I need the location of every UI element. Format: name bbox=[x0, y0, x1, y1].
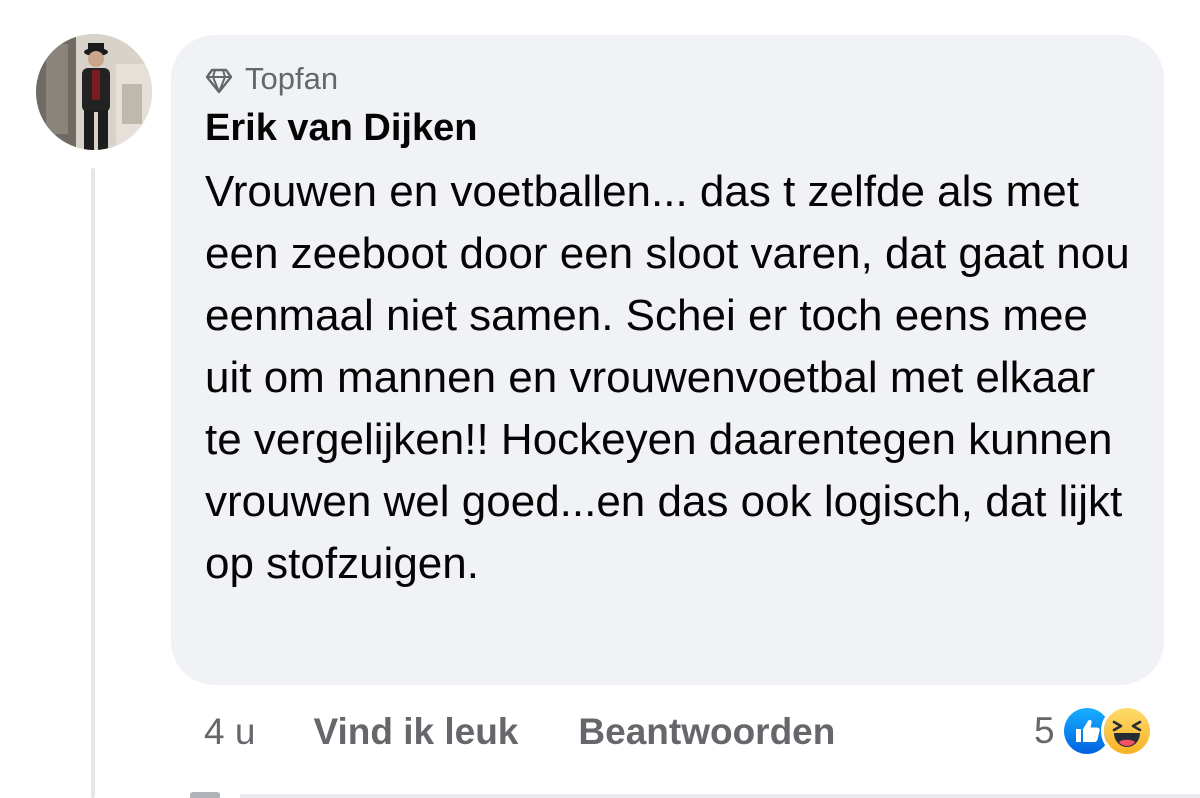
top-fan-badge: Topfan bbox=[205, 59, 1134, 99]
reaction-count: 5 bbox=[1034, 710, 1055, 751]
comment-thread: Topfan Erik van Dijken Vrouwen en voetba… bbox=[0, 0, 1200, 798]
comment-bubble: Topfan Erik van Dijken Vrouwen en voetba… bbox=[171, 35, 1164, 685]
author-name[interactable]: Erik van Dijken bbox=[205, 105, 1134, 151]
timestamp[interactable]: 4 u bbox=[204, 711, 255, 753]
haha-icon bbox=[1100, 705, 1153, 757]
like-button[interactable]: Vind ik leuk bbox=[313, 711, 518, 753]
avatar-photo bbox=[36, 34, 152, 150]
comment-text: Vrouwen en voetballen... das t zelfde al… bbox=[205, 167, 1130, 588]
next-comment-avatar-edge bbox=[190, 792, 220, 798]
diamond-icon bbox=[205, 66, 233, 94]
comment-actions: 4 u Vind ik leuk Beantwoorden bbox=[204, 706, 835, 758]
thread-line bbox=[91, 168, 95, 798]
next-comment-edge bbox=[240, 794, 1200, 798]
badge-label: Topfan bbox=[245, 61, 339, 96]
reaction-summary[interactable]: 5 bbox=[1034, 703, 1153, 759]
avatar[interactable] bbox=[36, 34, 152, 150]
reply-button[interactable]: Beantwoorden bbox=[578, 711, 835, 753]
